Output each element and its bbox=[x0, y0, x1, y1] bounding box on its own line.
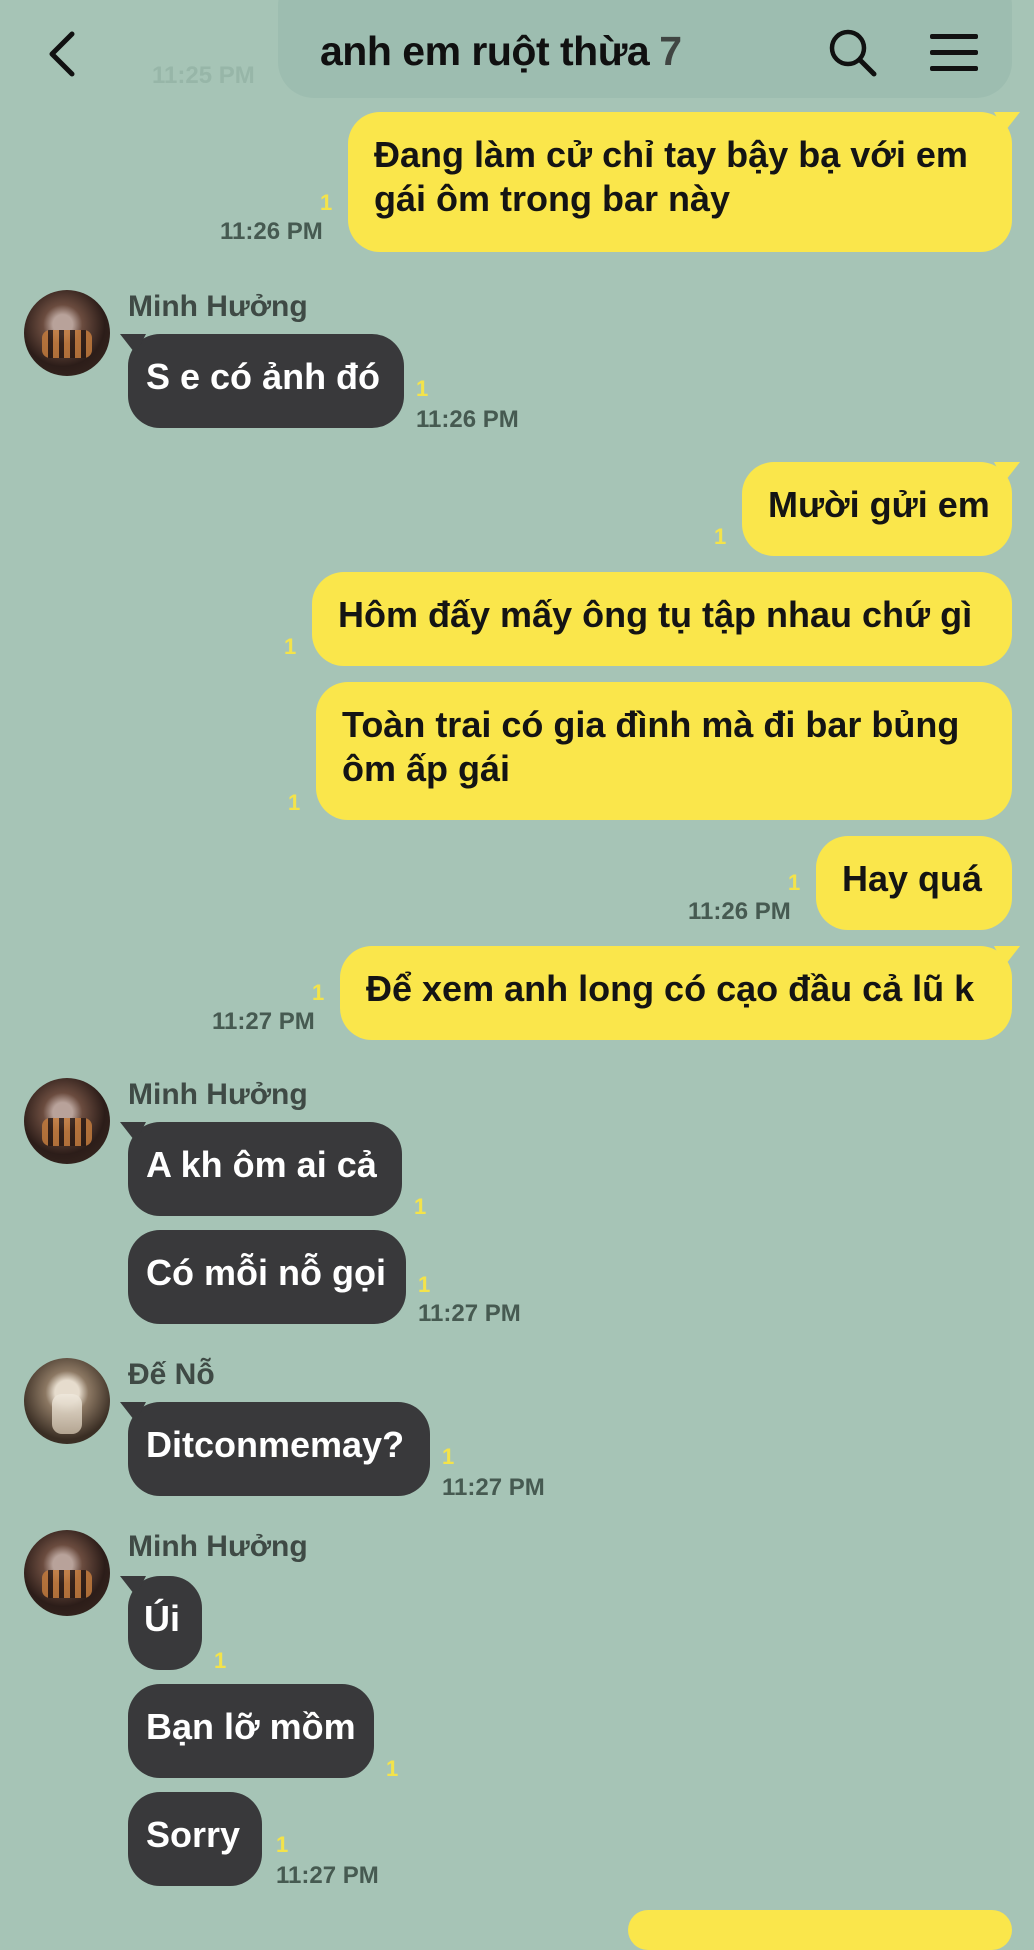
message-text: Hôm đấy mấy ông tụ tập nhau chứ gì bbox=[338, 594, 973, 635]
unread-count: 1 bbox=[320, 190, 333, 215]
outgoing-message[interactable]: Toàn trai có gia đình mà đi bar bủng ôm … bbox=[316, 682, 1012, 820]
chat-name: anh em ruột thừa bbox=[320, 28, 650, 74]
message-text: Có mỗi nỗ gọi bbox=[146, 1252, 386, 1293]
message-text: A kh ôm ai cả bbox=[146, 1144, 377, 1185]
message-time: 11:26 PM bbox=[220, 218, 323, 245]
incoming-message[interactable]: Úi bbox=[128, 1576, 202, 1670]
message-time: 11:27 PM bbox=[276, 1862, 379, 1889]
incoming-message[interactable]: Ditconmemay? bbox=[128, 1402, 430, 1496]
outgoing-message-partial[interactable] bbox=[628, 1910, 1012, 1950]
background-timestamp: 11:25 PM bbox=[152, 62, 255, 89]
message-text: Ditconmemay? bbox=[146, 1424, 405, 1465]
message-text: Hay quá bbox=[842, 858, 983, 899]
message-line: Toàn trai có gia đình mà đi bar bủng bbox=[342, 704, 960, 745]
sender-name: Minh Hưởng bbox=[128, 290, 308, 323]
message-text: Bạn lỡ mồm bbox=[146, 1706, 356, 1747]
message-text: Úi bbox=[144, 1598, 180, 1639]
unread-count: 1 bbox=[714, 524, 727, 549]
incoming-message[interactable]: A kh ôm ai cả bbox=[128, 1122, 402, 1216]
message-time: 11:27 PM bbox=[212, 1008, 315, 1035]
incoming-message[interactable]: S e có ảnh đó bbox=[128, 334, 404, 428]
message-text: S e có ảnh đó bbox=[146, 356, 381, 397]
message-text: Để xem anh long có cạo đầu cả lũ k bbox=[366, 968, 975, 1009]
message-line: gái ôm trong bar này bbox=[374, 178, 731, 219]
unread-count: 1 bbox=[288, 790, 301, 815]
avatar[interactable] bbox=[24, 1358, 110, 1444]
member-count: 7 bbox=[659, 28, 682, 74]
unread-count: 1 bbox=[276, 1832, 289, 1857]
avatar[interactable] bbox=[24, 290, 110, 376]
message-text: Sorry bbox=[146, 1814, 241, 1855]
menu-icon[interactable] bbox=[928, 30, 980, 76]
unread-count: 1 bbox=[418, 1272, 431, 1297]
search-icon[interactable] bbox=[828, 26, 878, 80]
back-icon[interactable] bbox=[42, 26, 86, 82]
sender-name: Minh Hưởng bbox=[128, 1078, 308, 1111]
avatar[interactable] bbox=[24, 1078, 110, 1164]
message-time: 11:26 PM bbox=[688, 898, 791, 925]
incoming-message[interactable]: Bạn lỡ mồm bbox=[128, 1684, 374, 1778]
message-time: 11:26 PM bbox=[416, 406, 519, 433]
outgoing-message[interactable]: Đang làm cử chỉ tay bậy bạ với em gái ôm… bbox=[348, 112, 1012, 252]
unread-count: 1 bbox=[386, 1756, 399, 1781]
sender-name: Đế Nỗ bbox=[128, 1358, 215, 1391]
outgoing-message[interactable]: Để xem anh long có cạo đầu cả lũ k bbox=[340, 946, 1012, 1040]
message-time: 11:27 PM bbox=[442, 1474, 545, 1501]
unread-count: 1 bbox=[442, 1444, 455, 1469]
avatar[interactable] bbox=[24, 1530, 110, 1616]
chat-title: anh em ruột thừa 7 bbox=[320, 28, 682, 75]
message-line: ôm ấp gái bbox=[342, 748, 511, 789]
unread-count: 1 bbox=[214, 1648, 227, 1673]
incoming-message[interactable]: Sorry bbox=[128, 1792, 262, 1886]
outgoing-message[interactable]: Mười gửi em bbox=[742, 462, 1012, 556]
sender-name: Minh Hưởng bbox=[128, 1530, 308, 1563]
unread-count: 1 bbox=[312, 980, 325, 1005]
unread-count: 1 bbox=[284, 634, 297, 659]
unread-count: 1 bbox=[416, 376, 429, 401]
outgoing-message[interactable]: Hôm đấy mấy ông tụ tập nhau chứ gì bbox=[312, 572, 1012, 666]
unread-count: 1 bbox=[414, 1194, 427, 1219]
message-text: Mười gửi em bbox=[768, 484, 990, 525]
message-line: Đang làm cử chỉ tay bậy bạ với em bbox=[374, 134, 968, 175]
incoming-message[interactable]: Có mỗi nỗ gọi bbox=[128, 1230, 406, 1324]
message-time: 11:27 PM bbox=[418, 1300, 521, 1327]
unread-count: 1 bbox=[788, 870, 801, 895]
outgoing-message[interactable]: Hay quá bbox=[816, 836, 1012, 930]
